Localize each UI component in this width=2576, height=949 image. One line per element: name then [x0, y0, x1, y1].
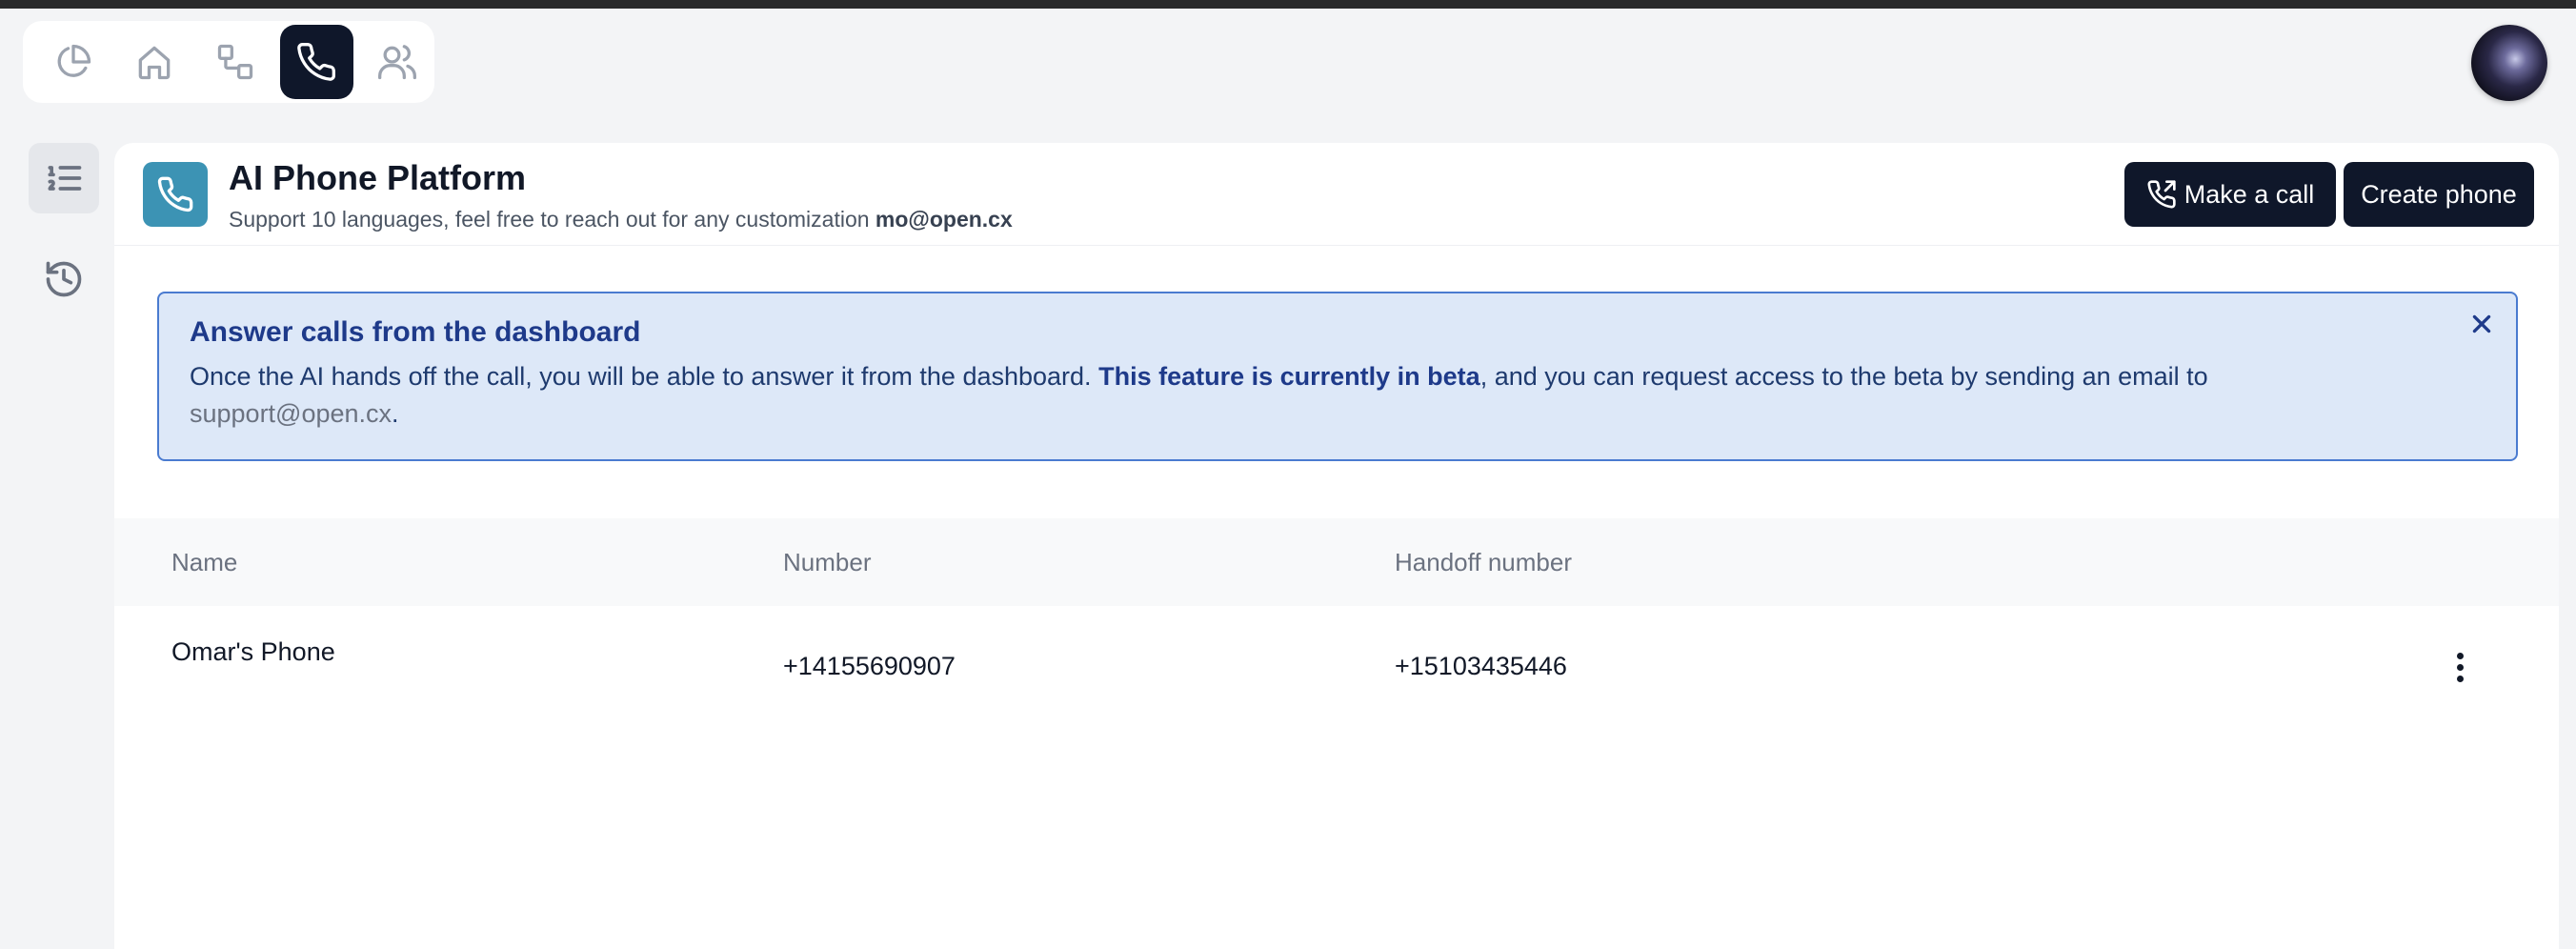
history-icon — [46, 261, 82, 297]
nav-home-button[interactable] — [117, 25, 191, 99]
nav-workflow-button[interactable] — [198, 25, 272, 99]
column-header-number: Number — [783, 548, 872, 576]
window-top-bar — [0, 0, 2576, 9]
subtitle-text: Support 10 languages, feel free to reach… — [229, 207, 870, 232]
pie-chart-icon — [57, 44, 91, 77]
banner-body: Once the AI hands off the call, you will… — [190, 358, 2381, 433]
cell-handoff-number: +15103435446 — [1395, 652, 1567, 680]
rail-list-button[interactable] — [29, 143, 99, 213]
nav-analytics-button[interactable] — [36, 25, 110, 99]
phone-outgoing-icon — [2147, 180, 2176, 209]
phone-icon — [157, 176, 193, 212]
app-icon — [143, 162, 208, 227]
make-call-label: Make a call — [2184, 179, 2315, 209]
phone-icon — [297, 43, 336, 81]
create-phone-button[interactable]: Create phone — [2344, 162, 2534, 227]
table-header: Name Number Handoff number — [114, 518, 2559, 606]
page-title: AI Phone Platform — [229, 158, 527, 197]
column-header-name: Name — [171, 548, 238, 576]
row-actions-button[interactable] — [2441, 648, 2479, 686]
cell-name: Omar's Phone — [171, 637, 335, 666]
beta-banner: Answer calls from the dashboard Once the… — [157, 292, 2518, 461]
top-nav — [23, 21, 434, 103]
more-vertical-icon-dot — [2456, 663, 2464, 671]
workflow-icon — [217, 44, 253, 80]
rail-history-button[interactable] — [29, 244, 99, 314]
banner-text-bold: This feature is currently in beta — [1098, 362, 1480, 391]
banner-title: Answer calls from the dashboard — [190, 316, 641, 348]
banner-close-button[interactable] — [2465, 307, 2499, 341]
column-header-handoff: Handoff number — [1395, 548, 1572, 576]
more-vertical-icon — [2456, 652, 2464, 659]
page-header: AI Phone Platform Support 10 languages, … — [114, 143, 2559, 246]
banner-text-after: , and you can request access to the beta… — [1479, 362, 2208, 391]
page-subtitle: Support 10 languages, feel free to reach… — [229, 207, 1013, 232]
nav-users-button[interactable] — [361, 25, 434, 99]
banner-period: . — [392, 399, 399, 428]
nav-phone-button[interactable] — [279, 25, 353, 99]
close-icon — [2472, 314, 2491, 333]
create-phone-label: Create phone — [2361, 179, 2517, 209]
main-panel: AI Phone Platform Support 10 languages, … — [114, 143, 2559, 949]
banner-text-before: Once the AI hands off the call, you will… — [190, 362, 1092, 391]
contact-email: mo@open.cx — [875, 207, 1013, 232]
more-vertical-icon-dot — [2456, 675, 2464, 682]
cell-number: +14155690907 — [783, 652, 956, 680]
list-icon — [48, 166, 82, 191]
home-icon — [138, 46, 171, 80]
users-icon — [378, 45, 417, 80]
make-call-button[interactable]: Make a call — [2124, 162, 2336, 227]
user-avatar[interactable] — [2471, 25, 2547, 101]
support-email-link[interactable]: support@open.cx — [190, 399, 392, 428]
